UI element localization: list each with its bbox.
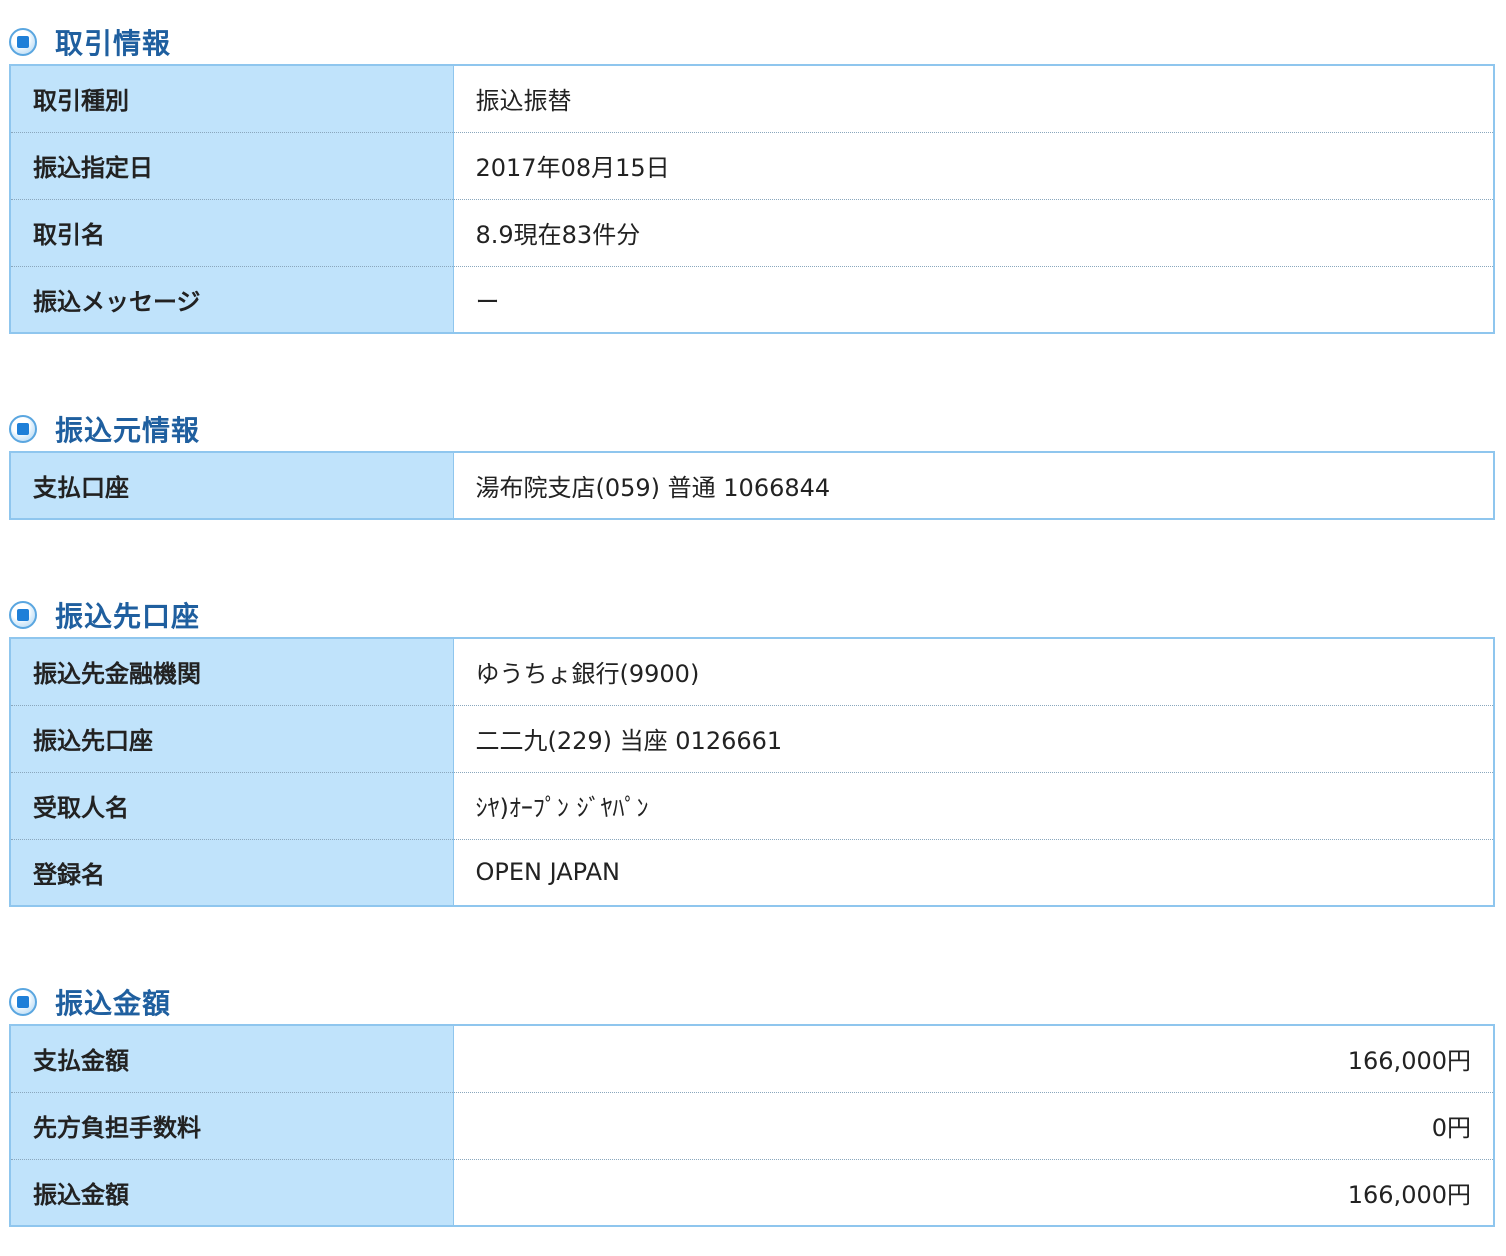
- row-value: OPEN JAPAN: [453, 839, 1494, 906]
- table-row: 振込指定日 2017年08月15日: [10, 132, 1494, 200]
- table-row: 支払金額 166,000円: [10, 1025, 1494, 1093]
- row-value: ｼﾔ)ｵｰﾌﾟﾝ ｼﾞﾔﾊﾟﾝ: [453, 772, 1494, 840]
- section-heading: 振込先口座: [9, 593, 1495, 637]
- transfer-amount-section: 振込金額 支払金額 166,000円 先方負担手数料 0円 振込金額 166,0…: [9, 980, 1495, 1227]
- table-row: 取引種別 振込振替: [10, 65, 1494, 133]
- amount-value: 0円: [453, 1092, 1494, 1160]
- row-label: 振込指定日: [10, 132, 454, 200]
- table-row: 振込メッセージ ー: [10, 266, 1494, 333]
- row-value: 二二九(229) 当座 0126661: [453, 705, 1494, 773]
- destination-account-section: 振込先口座 振込先金融機関 ゆうちょ銀行(9900) 振込先口座 二二九(229…: [9, 593, 1495, 907]
- section-heading: 振込金額: [9, 980, 1495, 1024]
- row-value: ゆうちょ銀行(9900): [453, 638, 1494, 706]
- row-label: 振込メッセージ: [10, 266, 454, 333]
- table-row: 登録名 OPEN JAPAN: [10, 839, 1494, 906]
- destination-account-table: 振込先金融機関 ゆうちょ銀行(9900) 振込先口座 二二九(229) 当座 0…: [9, 637, 1495, 907]
- row-label: 振込先口座: [10, 705, 454, 773]
- table-row: 受取人名 ｼﾔ)ｵｰﾌﾟﾝ ｼﾞﾔﾊﾟﾝ: [10, 772, 1494, 840]
- row-value: ー: [453, 266, 1494, 333]
- section-title: 取引情報: [55, 27, 172, 60]
- row-value: 振込振替: [453, 65, 1494, 133]
- row-label: 受取人名: [10, 772, 454, 840]
- transaction-info-table: 取引種別 振込振替 振込指定日 2017年08月15日 取引名 8.9現在83件…: [9, 64, 1495, 334]
- row-label: 支払金額: [10, 1025, 454, 1093]
- row-label: 振込先金融機関: [10, 638, 454, 706]
- row-value: 湯布院支店(059) 普通 1066844: [453, 452, 1494, 519]
- table-row: 振込先口座 二二九(229) 当座 0126661: [10, 705, 1494, 773]
- bullet-icon: [9, 415, 37, 443]
- source-info-table: 支払口座 湯布院支店(059) 普通 1066844: [9, 451, 1495, 520]
- source-info-section: 振込元情報 支払口座 湯布院支店(059) 普通 1066844: [9, 407, 1495, 520]
- table-row: 取引名 8.9現在83件分: [10, 199, 1494, 267]
- amount-value: 166,000円: [453, 1025, 1494, 1093]
- bullet-icon: [9, 601, 37, 629]
- row-label: 取引名: [10, 199, 454, 267]
- row-label: 先方負担手数料: [10, 1092, 454, 1160]
- bullet-icon: [9, 988, 37, 1016]
- section-title: 振込金額: [55, 987, 172, 1020]
- section-title: 振込元情報: [55, 414, 201, 447]
- transfer-amount-table: 支払金額 166,000円 先方負担手数料 0円 振込金額 166,000円: [9, 1024, 1495, 1227]
- transaction-info-section: 取引情報 取引種別 振込振替 振込指定日 2017年08月15日 取引名 8.9…: [9, 20, 1495, 334]
- row-label: 支払口座: [10, 452, 454, 519]
- table-row: 振込金額 166,000円: [10, 1159, 1494, 1226]
- row-label: 取引種別: [10, 65, 454, 133]
- table-row: 先方負担手数料 0円: [10, 1092, 1494, 1160]
- row-value: 8.9現在83件分: [453, 199, 1494, 267]
- amount-value: 166,000円: [453, 1159, 1494, 1226]
- section-heading: 取引情報: [9, 20, 1495, 64]
- row-label: 登録名: [10, 839, 454, 906]
- table-row: 支払口座 湯布院支店(059) 普通 1066844: [10, 452, 1494, 519]
- row-value: 2017年08月15日: [453, 132, 1494, 200]
- bullet-icon: [9, 28, 37, 56]
- section-title: 振込先口座: [55, 600, 201, 633]
- table-row: 振込先金融機関 ゆうちょ銀行(9900): [10, 638, 1494, 706]
- row-label: 振込金額: [10, 1159, 454, 1226]
- section-heading: 振込元情報: [9, 407, 1495, 451]
